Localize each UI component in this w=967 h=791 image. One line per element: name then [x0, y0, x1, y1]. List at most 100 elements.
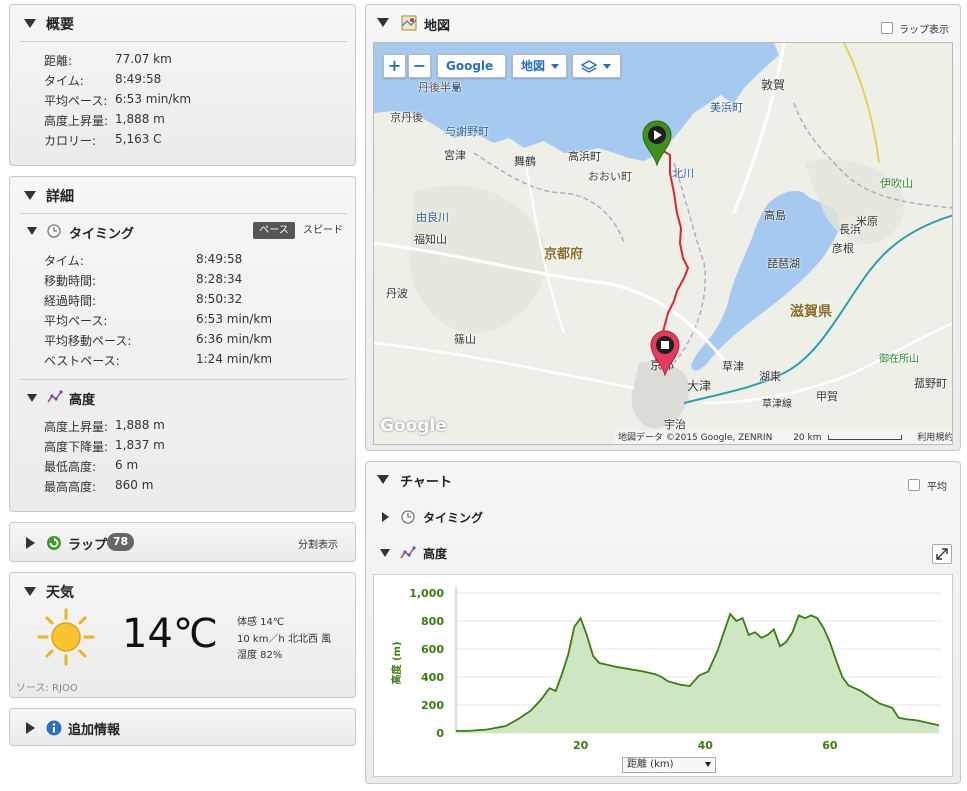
- collapse-icon[interactable]: [24, 587, 36, 596]
- summary-stat-value: 77.07 km: [115, 52, 172, 66]
- map-title: 地図: [424, 19, 451, 34]
- lap-display-checkbox[interactable]: [881, 22, 893, 34]
- timing-stat-value: 1:24 min/km: [196, 352, 273, 366]
- zoom-out-button[interactable]: −: [408, 54, 431, 78]
- laps-panel[interactable]: ラップ 78 分割表示: [9, 522, 356, 562]
- clock-icon: [47, 224, 61, 238]
- collapse-icon[interactable]: [377, 18, 389, 27]
- summary-stat-label: 平均ペース:: [44, 94, 108, 108]
- map-place-label: 草津: [722, 360, 744, 373]
- expand-chart-button[interactable]: [932, 544, 952, 564]
- timing-stat-value: 8:50:32: [196, 292, 243, 306]
- map-canvas[interactable]: 丹後半島 敦賀 京丹後 与謝野町 美浜町 宮津 舞鶴 高浜町 おおい町 北川 長浜 伊吹山 米原 由良川福…: [373, 42, 953, 445]
- y-tick-label: 0: [436, 727, 444, 740]
- x-tick-label: 40: [698, 739, 714, 752]
- summary-stat-value: 5,163 C: [115, 132, 162, 146]
- speed-toggle[interactable]: スピード: [300, 222, 346, 239]
- provider-label: Google: [446, 59, 494, 73]
- summary-title: 概要: [46, 17, 74, 33]
- scale-bar: [828, 435, 903, 440]
- chart-elevation-title: 高度: [423, 547, 448, 561]
- additional-info-title: 追加情報: [68, 723, 121, 738]
- clock-icon: [401, 510, 415, 524]
- map-icon: [401, 15, 417, 31]
- x-tick-label: 20: [573, 739, 589, 752]
- timing-expand-icon[interactable]: [382, 512, 389, 522]
- scale-label: 20 km: [793, 433, 822, 443]
- weather-source: ソース: RJOO: [16, 683, 78, 694]
- elevation-collapse-icon[interactable]: [380, 549, 390, 557]
- timing-stat-label: 平均ペース:: [44, 314, 108, 328]
- elevation-title: 高度: [69, 393, 96, 408]
- map-background[interactable]: [374, 43, 953, 445]
- laps-title: ラップ: [68, 538, 108, 553]
- temperature: 14℃: [122, 611, 218, 657]
- start-marker[interactable]: [640, 118, 674, 166]
- attribution-text: 地図データ ©2015 Google, ZENRIN: [618, 433, 773, 443]
- expand-icon[interactable]: [26, 537, 35, 549]
- map-place-label: 丹波: [386, 287, 408, 300]
- elevation-stat-value: 1,888 m: [115, 418, 165, 432]
- map-place-label: 京都府: [544, 247, 584, 262]
- summary-panel: 概要 距離: 77.07 km タイム: 8:49:58 平均ペース: 6:53 min/…: [9, 4, 356, 166]
- summary-stat-label: カロリー:: [44, 134, 97, 148]
- divider: [20, 379, 347, 380]
- lap-count-badge: 78: [107, 533, 134, 551]
- map-type-select[interactable]: 地図: [512, 54, 567, 78]
- lap-display-label[interactable]: ラップ表示: [899, 21, 949, 36]
- map-place-label: 北川: [672, 167, 694, 180]
- chart-title: チャート: [400, 475, 452, 490]
- elevation-collapse-icon[interactable]: [27, 394, 37, 402]
- layers-select[interactable]: [572, 54, 621, 78]
- summary-stat-value: 1,888 m: [115, 112, 165, 126]
- map-place-label: 篠山: [454, 333, 476, 346]
- map-place-label: 菰野町: [914, 377, 947, 390]
- average-checkbox[interactable]: [908, 479, 920, 491]
- google-logo: Google: [380, 416, 447, 436]
- pace-toggle[interactable]: ペース: [253, 222, 295, 239]
- map-place-label: 琵琶湖: [767, 257, 800, 270]
- elevation-stat-label: 高度下降量:: [44, 440, 109, 454]
- summary-stat-label: 距離:: [44, 54, 73, 68]
- collapse-icon[interactable]: [377, 475, 389, 484]
- timing-stat-value: 8:28:34: [196, 272, 243, 286]
- x-axis-select[interactable]: 距離 (km): [622, 757, 716, 773]
- chart-timing-title[interactable]: タイミング: [423, 509, 483, 526]
- y-tick-label: 200: [421, 699, 444, 712]
- map-place-label: 御在所山: [879, 354, 919, 365]
- split-view-link[interactable]: 分割表示: [298, 536, 338, 551]
- expand-icon[interactable]: [26, 722, 35, 734]
- provider-select[interactable]: Google: [437, 54, 506, 91]
- additional-info-panel[interactable]: 追加情報: [9, 708, 356, 746]
- elevation-stat-value: 1,837 m: [115, 438, 165, 452]
- map-place-label: 草津線: [762, 399, 792, 410]
- map-attribution: 地図データ ©2015 Google, ZENRIN 20 km 利用規約: [614, 431, 952, 444]
- zoom-in-button[interactable]: +: [383, 54, 406, 78]
- humidity: 湿度 82%: [237, 650, 283, 661]
- map-place-label: 舞鶴: [514, 155, 536, 168]
- map-place-label: 高島: [764, 209, 786, 222]
- collapse-icon[interactable]: [24, 191, 36, 200]
- timing-stat-value: 6:53 min/km: [196, 312, 273, 326]
- elevation-stat-value: 860 m: [115, 478, 154, 492]
- map-place-label: 福知山: [414, 233, 447, 246]
- map-type-label: 地図: [521, 59, 546, 73]
- summary-stat-value: 6:53 min/km: [115, 92, 192, 106]
- chevron-down-icon: [452, 86, 460, 91]
- timing-collapse-icon[interactable]: [27, 227, 37, 235]
- terms-link[interactable]: 利用規約: [917, 433, 952, 443]
- map-place-label: 甲賀: [816, 390, 838, 403]
- x-tick-label: 60: [822, 739, 838, 752]
- elevation-stat-label: 高度上昇量:: [44, 420, 109, 434]
- elevation-chart[interactable]: 0 200 400 600 800 1,000 20 40 60 高度 (m): [374, 575, 954, 753]
- map-place-label: 滋賀県: [790, 304, 832, 320]
- y-tick-label: 1,000: [409, 587, 444, 600]
- map-place-label: 宇治: [664, 418, 686, 431]
- elevation-icon: [47, 390, 63, 403]
- divider: [20, 41, 347, 42]
- weather-panel: 天気 14℃ 体感 14℃ 10 km／h 北北西 風 湿度 82% ソース: …: [9, 572, 356, 698]
- collapse-icon[interactable]: [24, 19, 36, 28]
- end-marker[interactable]: [648, 328, 682, 376]
- average-label[interactable]: 平均: [927, 478, 947, 493]
- timing-stat-label: 移動時間:: [44, 274, 97, 288]
